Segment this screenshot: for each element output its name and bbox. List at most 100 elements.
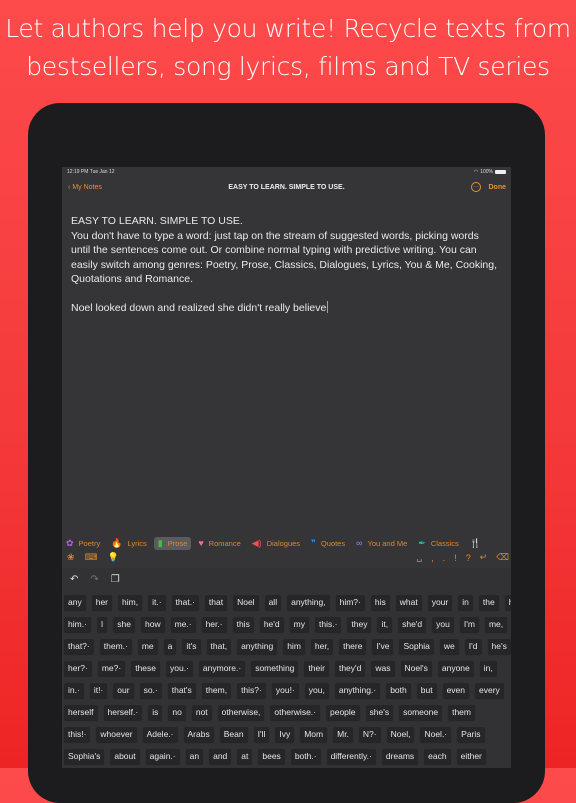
- word-suggestion[interactable]: but: [416, 683, 437, 698]
- word-suggestion[interactable]: that.·: [171, 595, 199, 610]
- word-suggestion[interactable]: I'd: [464, 639, 482, 654]
- word-suggestion[interactable]: no: [168, 705, 186, 720]
- word-suggestion[interactable]: dreams: [381, 749, 419, 764]
- word-suggestion[interactable]: herself.·: [103, 705, 143, 720]
- word-suggestion[interactable]: the: [478, 595, 499, 610]
- word-suggestion[interactable]: either: [456, 749, 486, 764]
- genre-tab-lyrics[interactable]: 🔥 Lyrics: [107, 537, 151, 550]
- word-suggestion[interactable]: at: [237, 749, 253, 764]
- delete-icon[interactable]: ⌫: [496, 552, 509, 563]
- word-suggestion[interactable]: someone: [399, 705, 443, 720]
- word-suggestion[interactable]: our: [113, 683, 134, 698]
- word-suggestion[interactable]: these: [131, 661, 161, 676]
- word-suggestion[interactable]: an: [185, 749, 204, 764]
- word-suggestion[interactable]: in.·: [64, 683, 84, 698]
- word-suggestion[interactable]: each: [424, 749, 451, 764]
- done-button[interactable]: Done: [489, 184, 507, 191]
- word-suggestion[interactable]: bees: [258, 749, 285, 764]
- genre-tab-dialogues[interactable]: ◀) Dialogues: [248, 537, 304, 550]
- word-suggestion[interactable]: Noel's: [400, 661, 432, 676]
- word-suggestion[interactable]: otherwise,: [217, 705, 265, 720]
- word-suggestion[interactable]: not: [191, 705, 212, 720]
- word-suggestion[interactable]: otherwise.·: [270, 705, 320, 720]
- word-suggestion[interactable]: them.·: [99, 639, 132, 654]
- word-suggestion[interactable]: that's: [167, 683, 196, 698]
- exclamation-icon[interactable]: !: [454, 553, 457, 563]
- word-suggestion[interactable]: you.·: [166, 661, 193, 676]
- word-suggestion[interactable]: him: [283, 639, 305, 654]
- word-suggestion[interactable]: anyone: [437, 661, 474, 676]
- word-suggestion[interactable]: her,: [310, 639, 334, 654]
- word-suggestion[interactable]: both: [386, 683, 411, 698]
- word-suggestion[interactable]: anymore.·: [198, 661, 246, 676]
- lightbulb-icon[interactable]: 💡: [108, 552, 119, 563]
- word-suggestion[interactable]: that: [204, 595, 228, 610]
- redo-icon[interactable]: ↷: [90, 574, 98, 585]
- question-icon[interactable]: ?: [466, 553, 471, 563]
- word-suggestion[interactable]: whoever: [96, 727, 137, 742]
- word-suggestion[interactable]: me?·: [97, 661, 126, 676]
- word-suggestion[interactable]: that?·: [64, 639, 94, 654]
- text-editor[interactable]: EASY TO LEARN. SIMPLE TO USE. You don't …: [71, 214, 501, 316]
- word-suggestion[interactable]: N?·: [358, 727, 381, 742]
- word-suggestion[interactable]: that,: [206, 639, 232, 654]
- word-suggestion[interactable]: it's: [182, 639, 201, 654]
- word-suggestion[interactable]: Arabs: [183, 727, 214, 742]
- word-suggestion[interactable]: her.·: [201, 617, 227, 632]
- word-suggestion[interactable]: people: [326, 705, 360, 720]
- word-suggestion[interactable]: Ivy: [275, 727, 295, 742]
- word-suggestion[interactable]: there: [339, 639, 367, 654]
- word-suggestion[interactable]: his: [370, 595, 390, 610]
- word-suggestion[interactable]: he: [504, 595, 511, 610]
- word-suggestion[interactable]: he'd: [259, 617, 284, 632]
- word-suggestion[interactable]: I've: [372, 639, 394, 654]
- word-suggestion[interactable]: anything,: [287, 595, 330, 610]
- word-suggestion[interactable]: Noel: [233, 595, 259, 610]
- word-suggestion[interactable]: they'd: [334, 661, 366, 676]
- word-suggestion[interactable]: their: [304, 661, 329, 676]
- word-suggestion[interactable]: it!·: [89, 683, 108, 698]
- word-suggestion[interactable]: I: [96, 617, 108, 632]
- word-suggestion[interactable]: even: [442, 683, 469, 698]
- word-suggestion[interactable]: was: [371, 661, 395, 676]
- word-suggestion[interactable]: me.·: [170, 617, 196, 632]
- word-suggestion[interactable]: Noel.·: [420, 727, 452, 742]
- more-button[interactable]: …: [471, 182, 481, 192]
- word-suggestion[interactable]: Paris: [457, 727, 485, 742]
- genre-tab-classics[interactable]: ✒ Classics: [414, 537, 462, 550]
- word-suggestion[interactable]: him?·: [335, 595, 365, 610]
- settings-flower-icon[interactable]: ❀: [67, 552, 75, 563]
- word-suggestion[interactable]: how: [140, 617, 165, 632]
- space-icon[interactable]: ␣: [416, 552, 422, 563]
- word-suggestion[interactable]: Sophia's: [64, 749, 105, 764]
- genre-tab-cooking[interactable]: 🍴: [466, 537, 485, 550]
- word-suggestion[interactable]: so.·: [139, 683, 162, 698]
- word-suggestion[interactable]: again.·: [145, 749, 180, 764]
- genre-tab-you-and-me[interactable]: ∞ You and Me: [352, 537, 411, 550]
- period-icon[interactable]: .: [443, 553, 446, 563]
- word-suggestion[interactable]: me: [137, 639, 158, 654]
- word-suggestion[interactable]: you,: [304, 683, 329, 698]
- word-suggestion[interactable]: in,: [479, 661, 497, 676]
- word-suggestion[interactable]: she'd: [398, 617, 427, 632]
- word-suggestion[interactable]: anything: [237, 639, 278, 654]
- word-suggestion[interactable]: differently.·: [326, 749, 376, 764]
- word-suggestion[interactable]: I'm: [459, 617, 479, 632]
- word-suggestion[interactable]: any: [64, 595, 86, 610]
- word-suggestion[interactable]: all: [264, 595, 282, 610]
- word-suggestion[interactable]: anything.·: [334, 683, 381, 698]
- word-suggestion[interactable]: they: [347, 617, 372, 632]
- word-suggestion[interactable]: me,: [484, 617, 508, 632]
- word-suggestion[interactable]: every: [475, 683, 504, 698]
- word-suggestion[interactable]: it.·: [148, 595, 166, 610]
- word-suggestion[interactable]: in: [458, 595, 473, 610]
- word-suggestion[interactable]: Bean: [219, 727, 248, 742]
- word-suggestion[interactable]: something: [251, 661, 299, 676]
- genre-tab-poetry[interactable]: ✿ Poetry: [62, 537, 104, 550]
- word-suggestion[interactable]: her: [91, 595, 113, 610]
- word-suggestion[interactable]: what: [395, 595, 422, 610]
- keyboard-icon[interactable]: ⌨: [85, 552, 98, 563]
- return-icon[interactable]: ↵: [480, 552, 488, 563]
- undo-icon[interactable]: ↶: [70, 574, 78, 585]
- word-suggestion[interactable]: this!·: [64, 727, 91, 742]
